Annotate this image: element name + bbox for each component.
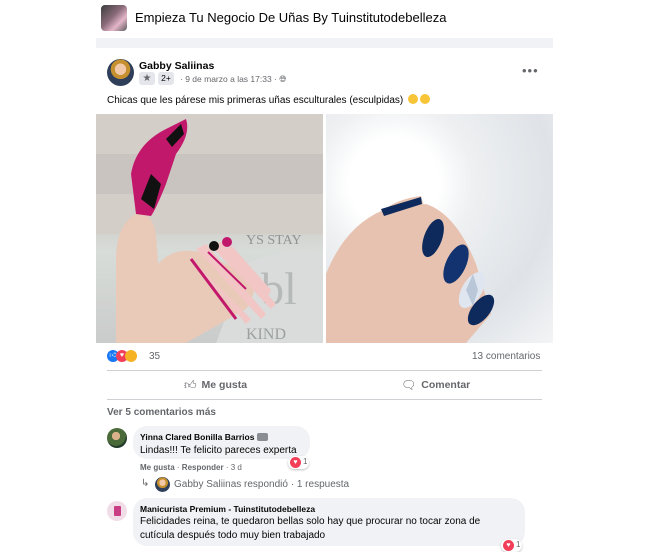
- comment-button[interactable]: 🗨︎ Comentar: [401, 372, 470, 398]
- ellipsis-icon[interactable]: •••: [522, 63, 539, 78]
- group-thumbnail[interactable]: [101, 5, 127, 31]
- svg-text:YS STAY: YS STAY: [246, 233, 302, 248]
- comment-author-name[interactable]: Yinna Clared Bonilla Barrios: [140, 432, 254, 442]
- badge-count[interactable]: 2+: [158, 72, 174, 85]
- comment-count[interactable]: 13 comentarios: [472, 351, 540, 362]
- comment-like-button[interactable]: Me gusta: [140, 463, 175, 472]
- comment-text: Lindas!!! Te felicito pareces experta: [140, 445, 297, 456]
- commenter-avatar-2[interactable]: [107, 501, 127, 521]
- post-photo-pink-nails[interactable]: YS STAY bl KIND: [96, 114, 323, 343]
- post-meta: · 9 de marzo a las 17:33 · 🌐︎: [180, 74, 287, 85]
- grin-emoji-icon-2: [420, 94, 431, 104]
- author-avatar[interactable]: [107, 59, 134, 86]
- post-text-content: Chicas que les párese mis primeras uñas …: [107, 95, 404, 106]
- fan-badge-icon: [257, 433, 269, 441]
- divider-2: [107, 399, 542, 400]
- love-reaction-icon-2: ♥: [503, 540, 514, 551]
- meta-separator: ·: [180, 74, 183, 84]
- group-title[interactable]: Empieza Tu Negocio De Uñas By Tuinstitut…: [135, 10, 446, 25]
- feed-background-strip: [96, 38, 553, 48]
- view-more-comments-link[interactable]: Ver 5 comentarios más: [107, 407, 216, 418]
- brand-logo-icon: [114, 506, 121, 516]
- comment-time[interactable]: 3 d: [231, 463, 242, 472]
- comment-actions: Me gusta · Responder · 3 d: [140, 463, 242, 472]
- commenter-avatar[interactable]: [107, 428, 127, 448]
- love-reaction-icon: ♥: [290, 457, 301, 468]
- comment-text-2-line2: cutícula después todo muy bien trabajado: [140, 530, 326, 541]
- reaction-count[interactable]: 35: [149, 351, 160, 362]
- post-date[interactable]: 9 de marzo a las 17:33: [185, 74, 271, 84]
- thumbs-up-icon: 👍︎: [184, 377, 197, 392]
- comment-reaction[interactable]: ♥ 1: [288, 456, 309, 469]
- post-photo-blue-nails[interactable]: [326, 114, 553, 343]
- comment-reaction-count: 1: [303, 457, 308, 466]
- comment-reply-button[interactable]: Responder: [182, 463, 224, 472]
- comment-bubble-icon: 🗨︎: [401, 378, 417, 392]
- meta-separator-2: ·: [274, 74, 277, 84]
- comment-text-2-line1: Felicidades reina, te quedaron bellas so…: [140, 516, 481, 527]
- divider: [107, 370, 542, 371]
- post-text: Chicas que les párese mis primeras uñas …: [107, 94, 431, 106]
- svg-text:KIND: KIND: [246, 326, 286, 343]
- grin-emoji-icon: [408, 94, 419, 104]
- comment-reaction-2[interactable]: ♥ 1: [501, 539, 522, 552]
- comment-label: Comentar: [421, 379, 471, 391]
- comment-author-2[interactable]: Manicurista Premium - Tuinstitutodebelle…: [140, 504, 315, 514]
- post-author[interactable]: Gabby Saliinas: [139, 60, 214, 72]
- comment-reaction-count-2: 1: [516, 540, 521, 549]
- like-label: Me gusta: [201, 379, 248, 391]
- care-reaction-icon: [125, 350, 137, 362]
- reply-arrow-icon: ↳: [141, 478, 150, 489]
- reply-summary-link[interactable]: Gabby Saliinas respondió · 1 respuesta: [174, 479, 349, 490]
- globe-icon: 🌐︎: [279, 74, 287, 84]
- group-header: Empieza Tu Negocio De Uñas By Tuinstitut…: [0, 0, 650, 38]
- like-button[interactable]: 👍︎ Me gusta: [184, 372, 247, 398]
- comment-author[interactable]: Yinna Clared Bonilla Barrios: [140, 432, 269, 442]
- star-badge-icon[interactable]: ★: [139, 72, 155, 85]
- reply-avatar: [155, 477, 170, 492]
